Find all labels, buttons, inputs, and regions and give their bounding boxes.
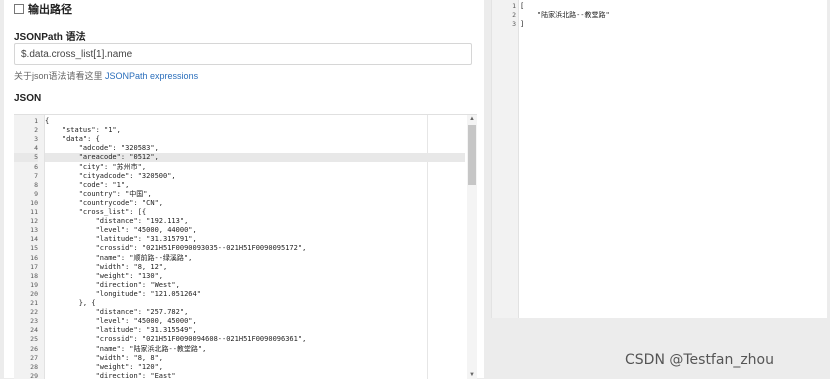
code-line[interactable]: "陆家浜北路--教堂路" xyxy=(520,11,827,20)
code-line[interactable]: "level": "45000, 44000", xyxy=(45,226,465,235)
line-number: 21 xyxy=(30,299,38,307)
code-line[interactable]: }, { xyxy=(45,299,465,308)
line-number: 13 xyxy=(30,226,38,235)
line-number: 2 xyxy=(512,11,516,20)
vertical-scrollbar[interactable]: ▲ ▼ xyxy=(467,115,477,379)
json-title: JSON xyxy=(14,93,42,104)
jsonpath-title: JSONPath 语法 xyxy=(14,32,86,43)
output-path-checkbox[interactable] xyxy=(14,4,24,14)
output-path-label: 输出路径 xyxy=(28,4,72,16)
jsonpath-hint: 关于json语法请看这里 JSONPath expressions xyxy=(14,69,198,82)
code-area[interactable]: { "status": "1", "data": { "adcode": "32… xyxy=(45,115,465,379)
result-panel: 123 [ "陆家浜北路--教堂路"] xyxy=(491,0,827,318)
line-number: 3 xyxy=(512,20,516,29)
code-line[interactable]: ] xyxy=(520,20,827,29)
code-line[interactable]: "areacode": "0512", xyxy=(45,153,465,163)
line-number: 27 xyxy=(30,353,38,362)
line-number: 7 xyxy=(34,171,38,180)
line-number: 22 xyxy=(30,308,38,317)
line-number: 17 xyxy=(30,262,38,271)
line-number: 28 xyxy=(30,362,38,371)
line-number: 4 xyxy=(34,144,38,153)
code-line[interactable]: "direction": "West", xyxy=(45,281,465,290)
code-line[interactable]: "weight": "120", xyxy=(45,363,465,372)
code-line[interactable]: "code": "1", xyxy=(45,181,465,190)
code-line[interactable]: "distance": "192.113", xyxy=(45,217,465,226)
hint-text: 关于json语法请看这里 xyxy=(14,71,103,81)
jsonpath-input[interactable]: $.data.cross_list[1].name xyxy=(14,43,472,65)
code-line[interactable]: "weight": "130", xyxy=(45,272,465,281)
line-number: 18 xyxy=(30,271,38,280)
code-line[interactable]: "width": "8, 8", xyxy=(45,354,465,363)
code-line[interactable]: "latitude": "31.315549", xyxy=(45,326,465,335)
code-line[interactable]: [ xyxy=(520,2,827,11)
result-line-number-gutter: 123 xyxy=(492,0,519,318)
line-number: 12 xyxy=(30,217,38,226)
code-line[interactable]: "width": "8, 12", xyxy=(45,263,465,272)
line-number: 1 xyxy=(512,2,516,10)
line-number: 8 xyxy=(34,180,38,189)
line-number: 1 xyxy=(34,117,38,125)
code-line[interactable]: "status": "1", xyxy=(45,126,465,135)
line-number: 2 xyxy=(34,126,38,135)
line-number: 14 xyxy=(30,235,38,244)
code-line[interactable]: "latitude": "31.315791", xyxy=(45,235,465,244)
code-line[interactable]: "cross_list": [{ xyxy=(45,208,465,217)
line-number: 9 xyxy=(34,189,38,198)
watermark: CSDN @Testfan_zhou xyxy=(625,352,774,368)
output-path-option[interactable]: 输出路径 xyxy=(14,2,72,16)
line-number-gutter: 1 2 3 4 5 6 7 8 9 10 11 12 13 14 15 16 17 18 19 20 21 22 23 24 2… xyxy=(14,115,45,379)
line-number: 5 xyxy=(14,153,38,163)
line-number: 23 xyxy=(30,317,38,326)
result-code-area[interactable]: [ "陆家浜北路--教堂路"] xyxy=(520,0,827,318)
code-line[interactable]: "crossid": "021H51F0090094608--021H51F00… xyxy=(45,335,465,344)
result-editor[interactable]: 123 [ "陆家浜北路--教堂路"] xyxy=(492,0,827,318)
line-number: 6 xyxy=(34,162,38,171)
code-line[interactable]: "adcode": "320583", xyxy=(45,144,465,153)
line-number: 24 xyxy=(30,326,38,335)
code-line[interactable]: "city": "苏州市", xyxy=(45,163,465,172)
code-line[interactable]: "crossid": "021H51F0090093035--021H51F00… xyxy=(45,244,465,253)
code-line[interactable]: "name": "陆家浜北路--教堂路", xyxy=(45,345,465,354)
code-line[interactable]: "longitude": "121.051264" xyxy=(45,290,465,299)
scrollbar-thumb[interactable] xyxy=(468,125,476,185)
code-line[interactable]: "data": { xyxy=(45,135,465,144)
line-number: 25 xyxy=(30,335,38,344)
line-number: 15 xyxy=(30,244,38,253)
code-line[interactable]: "distance": "257.782", xyxy=(45,308,465,317)
jsonpath-expressions-link[interactable]: JSONPath expressions xyxy=(105,71,198,81)
code-line[interactable]: "name": "顺前路--绿溪路", xyxy=(45,254,465,263)
code-line[interactable]: "countrycode": "CN", xyxy=(45,199,465,208)
line-number: 20 xyxy=(30,289,38,298)
line-number: 11 xyxy=(30,208,38,216)
scroll-up-icon[interactable]: ▲ xyxy=(467,115,477,123)
code-line[interactable]: { xyxy=(45,117,465,126)
line-number: 26 xyxy=(30,344,38,353)
code-line[interactable]: "country": "中国", xyxy=(45,190,465,199)
line-number: 16 xyxy=(30,253,38,262)
code-line[interactable]: "cityadcode": "320500", xyxy=(45,172,465,181)
line-number: 3 xyxy=(34,135,38,144)
line-number: 10 xyxy=(30,198,38,207)
code-line[interactable]: "level": "45000, 45000", xyxy=(45,317,465,326)
json-editor[interactable]: 1 2 3 4 5 6 7 8 9 10 11 12 13 14 15 16 17 18 19 20 21 22 23 24 2… xyxy=(14,114,477,379)
line-number: 19 xyxy=(30,280,38,289)
left-panel: 输出路径 JSONPath 语法 $.data.cross_list[1].na… xyxy=(4,0,484,379)
